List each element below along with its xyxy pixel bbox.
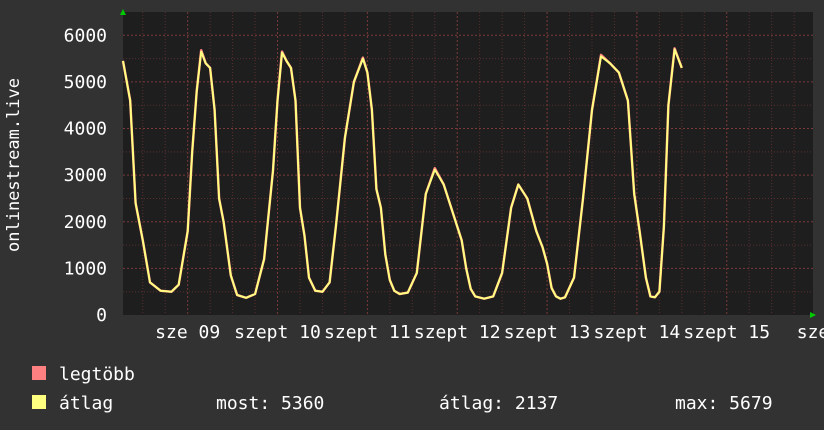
legend-swatch-atlag bbox=[32, 395, 46, 409]
legend-label-legtobb: legtöbb bbox=[59, 364, 135, 385]
stat-atlag: átlag: 2137 bbox=[439, 393, 558, 414]
y-tick-label: 3000 bbox=[64, 165, 107, 186]
legend-label-atlag: átlag bbox=[59, 393, 113, 414]
x-tick-label: sze bbox=[797, 322, 824, 343]
y-tick-label: 5000 bbox=[64, 72, 107, 93]
x-tick-label: szept 11 bbox=[324, 322, 411, 343]
stat-most: most: 5360 bbox=[216, 393, 324, 414]
y-tick-label: 6000 bbox=[64, 25, 107, 46]
y-tick-label: 2000 bbox=[64, 212, 107, 233]
x-tick-label: szept 15 bbox=[683, 322, 770, 343]
y-tick-label: 4000 bbox=[64, 119, 107, 140]
legend-swatch-legtobb bbox=[32, 366, 46, 380]
y-tick-label: 1000 bbox=[64, 258, 107, 279]
y-tick-label: 0 bbox=[96, 305, 107, 326]
chart: 0 1000 2000 3000 4000 5000 6000 sze 09 szept 10… bbox=[4, 9, 824, 414]
x-tick-label: szept 14 bbox=[594, 322, 681, 343]
y-axis-label: onlinestream.live bbox=[4, 78, 24, 252]
stat-max: max: 5679 bbox=[675, 393, 773, 414]
x-tick-labels: sze 09 szept 10 szept 11 szept 12 szept 13 sz… bbox=[155, 322, 824, 343]
x-tick-label: szept 12 bbox=[414, 322, 501, 343]
x-tick-label: szept 10 bbox=[234, 322, 321, 343]
x-tick-label: szept 13 bbox=[504, 322, 591, 343]
x-tick-label: sze 09 bbox=[155, 322, 220, 343]
plot-area bbox=[123, 12, 813, 315]
y-tick-labels: 0 1000 2000 3000 4000 5000 6000 bbox=[64, 25, 107, 326]
